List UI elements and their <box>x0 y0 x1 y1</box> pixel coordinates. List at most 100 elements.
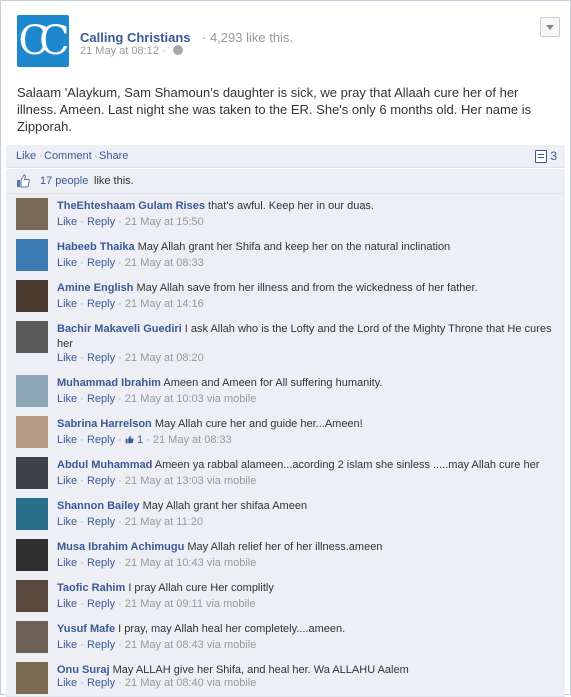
avatar[interactable] <box>16 239 48 271</box>
post-timestamp[interactable]: 21 May at 08:12 · <box>80 45 166 57</box>
comment-like-button[interactable]: Like <box>57 557 77 569</box>
comment-body: Bachir Makaveli Guediri I ask Allah who … <box>57 322 557 352</box>
avatar[interactable] <box>16 280 48 312</box>
comment-author-link[interactable]: Sabrina Harrelson <box>57 418 152 430</box>
chevron-down-icon[interactable] <box>540 17 560 37</box>
avatar[interactable] <box>16 198 48 230</box>
comment-timestamp[interactable]: 21 May at 10:03 via mobile <box>125 393 256 405</box>
avatar[interactable] <box>16 621 48 653</box>
comment-author-link[interactable]: Taofic Rahim <box>57 582 125 594</box>
comment: Abdul Muhammad Ameen ya rabbal alameen..… <box>6 453 565 495</box>
separator: · <box>80 598 84 610</box>
post-actions-bar: Like · Comment · Share 3 <box>6 145 565 168</box>
separator: · <box>118 257 122 269</box>
comment-timestamp[interactable]: 21 May at 08:20 <box>125 352 204 364</box>
comment-body: Amine English May Allah save from her il… <box>57 281 557 296</box>
comment-like-count-icon[interactable] <box>125 435 134 444</box>
like-button[interactable]: Like <box>16 150 36 162</box>
avatar[interactable] <box>16 498 48 530</box>
likes-suffix: like this. <box>94 175 134 187</box>
comment-reply-button[interactable]: Reply <box>87 516 115 528</box>
post-card: CC Calling Christians · 4,293 like this.… <box>0 0 571 697</box>
comment-author-link[interactable]: Shannon Bailey <box>57 500 140 512</box>
comment-body: Taofic Rahim I pray Allah cure Her compl… <box>57 581 557 596</box>
comment-timestamp[interactable]: 21 May at 08:40 via mobile <box>125 677 256 689</box>
comment-timestamp[interactable]: 21 May at 15:50 <box>125 216 204 228</box>
share-button[interactable]: Share <box>99 150 128 162</box>
comment-author-link[interactable]: Yusuf Mafe <box>57 623 115 635</box>
separator: · <box>118 557 122 569</box>
comment-text: I pray Allah cure Her complitly <box>125 582 274 594</box>
comment-author-link[interactable]: Muhammad Ibrahim <box>57 377 161 389</box>
comment-like-count[interactable]: 1 <box>137 434 143 446</box>
comment-author-link[interactable]: Musa Ibrahim Achimugu <box>57 541 184 553</box>
share-count[interactable]: 3 <box>550 149 557 163</box>
avatar[interactable] <box>16 457 48 489</box>
separator: · <box>80 639 84 651</box>
comment-like-button[interactable]: Like <box>57 257 77 269</box>
comment-author-link[interactable]: Onu Suraj <box>57 664 110 676</box>
comment-text: that's awful. Keep her in our duas. <box>204 200 374 212</box>
avatar[interactable] <box>16 539 48 571</box>
comment-timestamp[interactable]: 21 May at 13:03 via mobile <box>125 475 256 487</box>
comment-reply-button[interactable]: Reply <box>87 298 115 310</box>
comment-body: Muhammad Ibrahim Ameen and Ameen for All… <box>57 376 557 391</box>
likes-people-link[interactable]: 17 people <box>40 175 88 187</box>
separator: · <box>80 352 84 364</box>
avatar[interactable] <box>16 580 48 612</box>
comment-author-link[interactable]: Abdul Muhammad <box>57 459 152 471</box>
comment-timestamp[interactable]: 21 May at 14:16 <box>125 298 204 310</box>
comment-timestamp[interactable]: 21 May at 08:33 <box>125 257 204 269</box>
avatar[interactable] <box>16 416 48 448</box>
comment: Bachir Makaveli Guediri I ask Allah who … <box>6 317 565 372</box>
comment-reply-button[interactable]: Reply <box>87 393 115 405</box>
comment-reply-button[interactable]: Reply <box>87 598 115 610</box>
comment-reply-button[interactable]: Reply <box>87 677 115 689</box>
comment-like-button[interactable]: Like <box>57 393 77 405</box>
comment-timestamp[interactable]: 21 May at 11:20 <box>125 516 203 528</box>
comment-timestamp[interactable]: 21 May at 08:43 via mobile <box>125 639 256 651</box>
comment-meta: Like · Reply · 21 May at 14:16 <box>57 298 204 310</box>
comment-like-button[interactable]: Like <box>57 475 77 487</box>
comment-reply-button[interactable]: Reply <box>87 475 115 487</box>
avatar[interactable] <box>16 375 48 407</box>
comment-reply-button[interactable]: Reply <box>87 557 115 569</box>
comment-meta: Like · Reply · 21 May at 08:20 <box>57 352 204 364</box>
comment-like-button[interactable]: Like <box>57 352 77 364</box>
page-avatar[interactable]: CC <box>17 15 70 67</box>
shares-icon[interactable] <box>535 150 547 163</box>
comment-like-button[interactable]: Like <box>57 677 77 689</box>
separator: · <box>80 516 84 528</box>
comment-reply-button[interactable]: Reply <box>87 639 115 651</box>
avatar[interactable] <box>16 662 48 694</box>
comment-timestamp[interactable]: 21 May at 08:33 <box>153 434 232 446</box>
comment-like-button[interactable]: Like <box>57 598 77 610</box>
comment: Amine English May Allah save from her il… <box>6 276 565 318</box>
comment-timestamp[interactable]: 21 May at 10:43 via mobile <box>125 557 256 569</box>
comment-meta: Like · Reply · 21 May at 10:43 via mobil… <box>57 557 256 569</box>
comment-button[interactable]: Comment <box>44 150 92 162</box>
avatar[interactable] <box>16 321 48 353</box>
comment-author-link[interactable]: Habeeb Thaika <box>57 241 135 253</box>
comment-like-button[interactable]: Like <box>57 298 77 310</box>
separator: · <box>80 393 84 405</box>
comment-like-button[interactable]: Like <box>57 434 77 446</box>
comment-author-link[interactable]: Amine English <box>57 282 133 294</box>
post-header: CC Calling Christians · 4,293 like this.… <box>17 15 560 67</box>
page-name-link[interactable]: Calling Christians <box>80 30 191 45</box>
comment-meta: Like · Reply · 21 May at 15:50 <box>57 216 204 228</box>
comment: Musa Ibrahim Achimugu May Allah relief h… <box>6 535 565 577</box>
comment-author-link[interactable]: Bachir Makaveli Guediri <box>57 323 182 335</box>
comment-reply-button[interactable]: Reply <box>87 434 115 446</box>
comment-author-link[interactable]: TheEhteshaam Gulam Rises <box>57 200 205 212</box>
comment-reply-button[interactable]: Reply <box>87 257 115 269</box>
comment-like-button[interactable]: Like <box>57 639 77 651</box>
comment-text: May Allah save from her illness and from… <box>133 282 478 294</box>
page-likes-count: · 4,293 like this. <box>202 30 294 45</box>
comment-reply-button[interactable]: Reply <box>87 352 115 364</box>
comment-timestamp[interactable]: 21 May at 09:11 via mobile <box>125 598 256 610</box>
separator: · <box>80 216 84 228</box>
comment-like-button[interactable]: Like <box>57 216 77 228</box>
comment-reply-button[interactable]: Reply <box>87 216 115 228</box>
comment-like-button[interactable]: Like <box>57 516 77 528</box>
